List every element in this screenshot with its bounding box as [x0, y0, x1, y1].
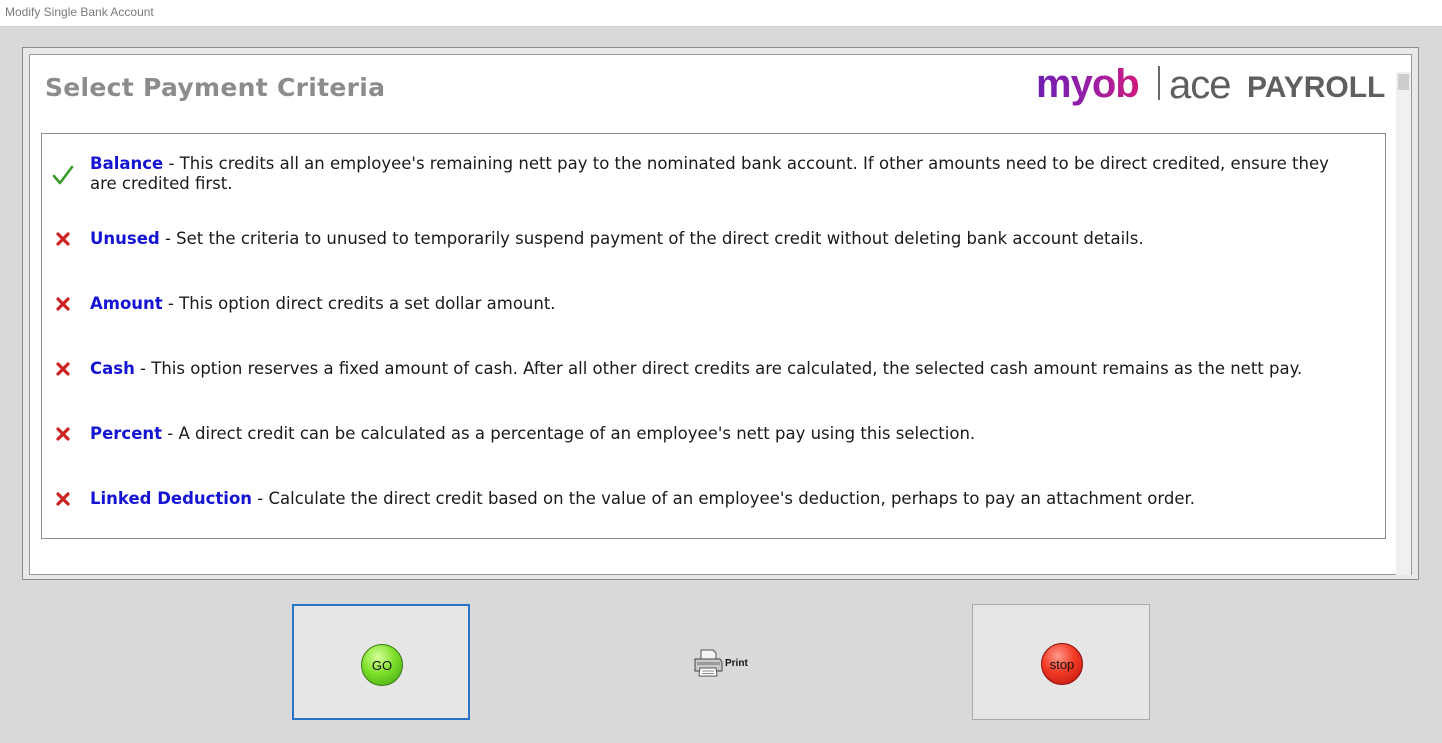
- criteria-description: - Calculate the direct credit based on t…: [252, 489, 1195, 508]
- window-titlebar: Modify Single Bank Account: [0, 0, 1442, 27]
- print-button[interactable]: Print: [690, 644, 760, 680]
- logo-myob-text: myob: [1036, 62, 1140, 106]
- logo-ace-text: ace: [1169, 63, 1231, 107]
- criteria-description: - This option direct credits a set dolla…: [162, 294, 556, 313]
- criteria-unused: Unused - Set the criteria to unused to t…: [90, 229, 1360, 249]
- criteria-description: - A direct credit can be calculated as a…: [162, 424, 976, 443]
- logo-divider: [1158, 66, 1160, 100]
- cross-icon: [56, 232, 70, 246]
- criteria-name: Balance: [90, 154, 164, 173]
- criteria-name: Unused: [90, 229, 160, 248]
- stop-label: stop: [1049, 656, 1075, 672]
- vertical-scrollbar[interactable]: [1396, 72, 1411, 575]
- stop-button[interactable]: stop: [972, 604, 1150, 720]
- criteria-description: - This credits all an employee's remaini…: [90, 154, 1329, 193]
- criteria-name: Linked Deduction: [90, 489, 253, 508]
- scrollbar-thumb[interactable]: [1398, 74, 1409, 90]
- cross-icon: [56, 297, 70, 311]
- cross-icon: [56, 427, 70, 441]
- criteria-amount: Amount - This option direct credits a se…: [90, 294, 1360, 314]
- criteria-percent: Percent - A direct credit can be calcula…: [90, 424, 1360, 444]
- stop-icon: stop: [1041, 643, 1083, 685]
- criteria-linked-deduction: Linked Deduction - Calculate the direct …: [90, 489, 1360, 509]
- printer-icon: [694, 649, 723, 677]
- criteria-name: Percent: [90, 424, 163, 443]
- criteria-cash: Cash - This option reserves a fixed amou…: [90, 359, 1360, 379]
- criteria-description: - This option reserves a fixed amount of…: [134, 359, 1303, 378]
- window-title: Modify Single Bank Account: [5, 5, 154, 19]
- logo-payroll-text: PAYROLL: [1247, 71, 1386, 104]
- check-icon: [52, 165, 74, 185]
- go-button[interactable]: GO: [292, 604, 470, 720]
- criteria-name: Cash: [90, 359, 135, 378]
- criteria-balance: Balance - This credits all an employee's…: [90, 154, 1360, 194]
- cross-icon: [56, 362, 70, 376]
- cross-icon: [56, 492, 70, 506]
- print-label: Print: [725, 658, 748, 669]
- go-icon: GO: [361, 644, 403, 686]
- criteria-name: Amount: [90, 294, 163, 313]
- page-title: Select Payment Criteria: [45, 73, 386, 102]
- go-label: GO: [371, 657, 393, 673]
- criteria-description: - Set the criteria to unused to temporar…: [159, 229, 1144, 248]
